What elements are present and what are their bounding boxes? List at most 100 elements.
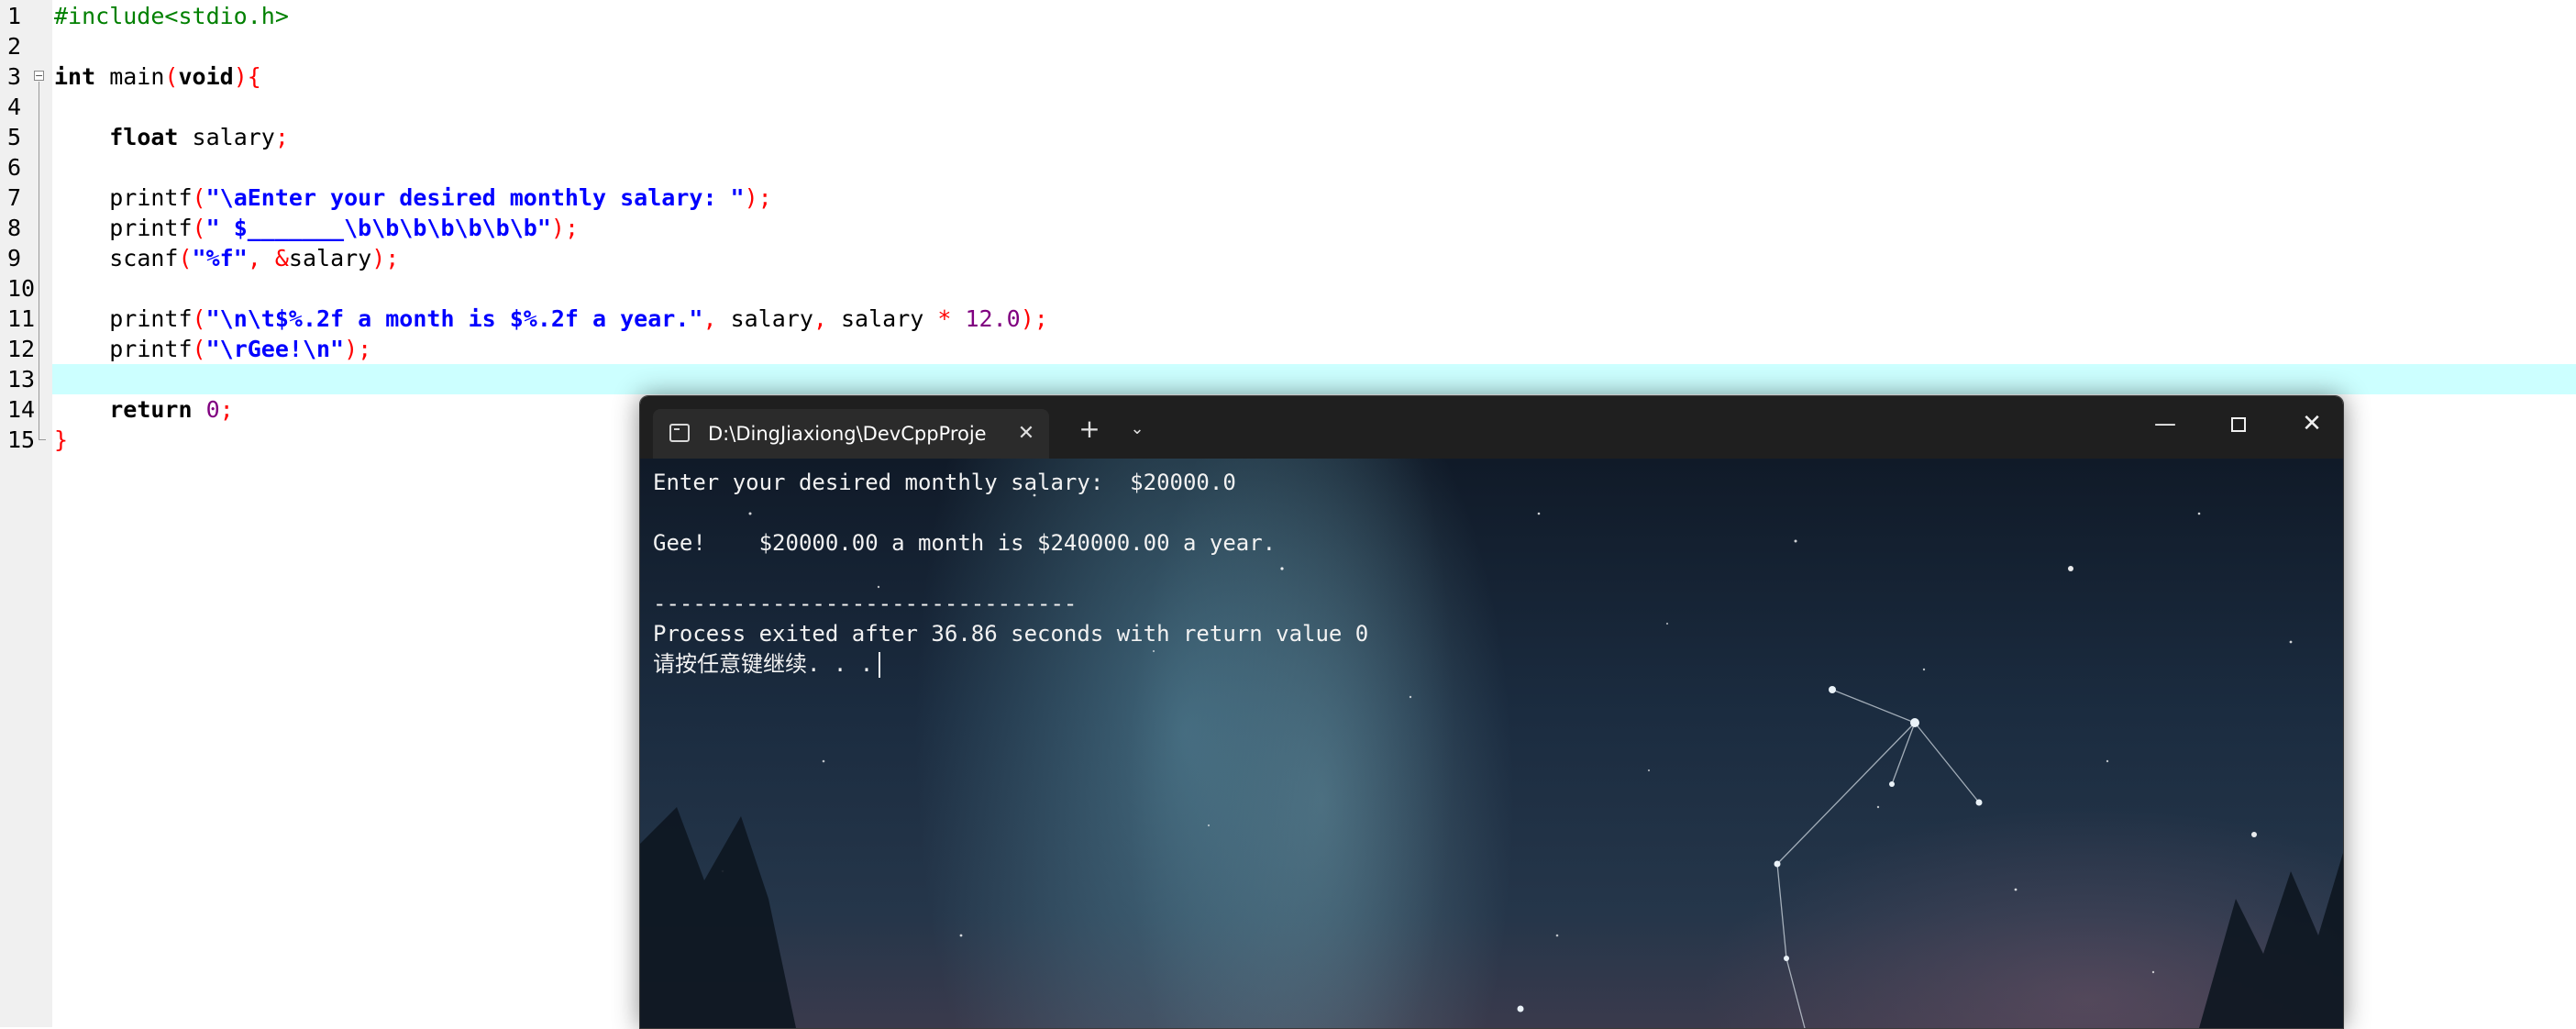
terminal-titlebar[interactable]: D:\DingJiaxiong\DevCppProje ✕ + ⌄ — ✕ (640, 396, 2343, 459)
code-line-12[interactable]: printf("\rGee!\n"); (54, 334, 371, 364)
symbol: ; (219, 396, 234, 423)
minimize-button[interactable]: — (2137, 405, 2194, 442)
symbol: ( (164, 63, 179, 90)
symbol: , (702, 305, 717, 332)
symbol: ( (192, 184, 206, 211)
tab-title: D:\DingJiaxiong\DevCppProje (708, 423, 987, 445)
function-name: printf (109, 215, 193, 241)
code-line-9[interactable]: scanf("%f", &salary); (54, 243, 399, 273)
line-number: 12 (7, 336, 36, 362)
line-number: 10 (7, 275, 36, 302)
line-number: 2 (7, 33, 22, 60)
maximize-icon (2231, 416, 2246, 432)
identifier: salary (178, 124, 275, 150)
code-line-11[interactable]: printf("\n\t$%.2f a month is $%.2f a yea… (54, 304, 1048, 334)
identifier: salary (826, 305, 938, 332)
keyword: float (109, 124, 179, 150)
line-number: 8 (7, 215, 22, 241)
symbol: ); (550, 215, 579, 241)
code-line-3[interactable]: int main(void){ (54, 61, 261, 92)
line-number: 14 (7, 396, 36, 423)
operator: * (937, 305, 952, 332)
console-line: Gee! $20000.00 a month is $240000.00 a y… (653, 530, 1277, 556)
current-line-highlight (52, 364, 2576, 394)
keyword: int (54, 63, 96, 90)
symbol: ); (744, 184, 772, 211)
terminal-tab[interactable]: D:\DingJiaxiong\DevCppProje ✕ (653, 409, 1049, 459)
console-icon (669, 424, 690, 442)
line-number: 9 (7, 245, 22, 271)
console-line: -------------------------------- (653, 591, 1078, 616)
keyword: void (178, 63, 234, 90)
identifier: salary (716, 305, 813, 332)
tab-dropdown-icon[interactable]: ⌄ (1119, 413, 1155, 446)
code-line-14[interactable]: return 0; (54, 394, 234, 425)
identifier: main (95, 63, 165, 90)
symbol: ( (192, 305, 206, 332)
symbol: , & (247, 245, 289, 271)
code-line-5[interactable]: float salary; (54, 122, 289, 152)
function-name: scanf (109, 245, 179, 271)
number-literal: 12.0 (951, 305, 1021, 332)
console-prompt-line: 请按任意键继续. . . (653, 649, 2322, 680)
symbol: ( (192, 215, 206, 241)
string-literal: "\n\t$%.2f a month is $%.2f a year." (205, 305, 703, 332)
symbol: ); (1020, 305, 1048, 332)
console-line: Process exited after 36.86 seconds with … (653, 621, 1369, 647)
keyword: return (109, 396, 193, 423)
function-name: printf (109, 305, 193, 332)
preprocessor-directive: #include<stdio.h> (54, 3, 289, 29)
symbol: ; (274, 124, 289, 150)
line-number-gutter: 1 2 3 4 5 6 7 8 9 10 11 12 13 14 15 − (0, 0, 52, 1027)
code-line-7[interactable]: printf("\aEnter your desired monthly sal… (54, 183, 772, 213)
line-number: 13 (7, 366, 36, 393)
string-literal: "%f" (192, 245, 248, 271)
symbol: ){ (233, 63, 261, 90)
symbol: ( (192, 336, 206, 362)
maximize-button[interactable] (2210, 405, 2267, 442)
symbol: ); (371, 245, 400, 271)
console-prompt-text: 请按任意键继续. . . (653, 651, 874, 677)
line-number: 6 (7, 154, 22, 181)
tab-close-icon[interactable]: ✕ (1012, 420, 1040, 448)
close-button[interactable]: ✕ (2283, 405, 2340, 442)
console-output-area[interactable]: Enter your desired monthly salary: $2000… (640, 459, 2343, 1028)
new-tab-button[interactable]: + (1071, 413, 1108, 446)
code-line-8[interactable]: printf(" $_______\b\b\b\b\b\b\b"); (54, 213, 579, 243)
line-number: 4 (7, 94, 22, 120)
line-number: 15 (7, 426, 36, 453)
symbol: , (813, 305, 827, 332)
number-literal: 0 (192, 396, 220, 423)
symbol: } (54, 426, 69, 453)
line-number: 3 (7, 63, 22, 90)
code-line-15[interactable]: } (54, 425, 68, 455)
code-line-1[interactable]: #include<stdio.h> (54, 1, 289, 31)
line-number: 1 (7, 3, 22, 29)
text-cursor (879, 652, 881, 678)
line-number: 7 (7, 184, 22, 211)
fold-guide-end (39, 439, 46, 440)
function-name: printf (109, 336, 193, 362)
string-literal: "\aEnter your desired monthly salary: " (205, 184, 745, 211)
fold-toggle-icon[interactable]: − (34, 71, 44, 81)
symbol: ); (344, 336, 372, 362)
line-number: 11 (7, 305, 36, 332)
terminal-window[interactable]: D:\DingJiaxiong\DevCppProje ✕ + ⌄ — ✕ En… (639, 395, 2344, 1029)
line-number: 5 (7, 124, 22, 150)
identifier: salary (288, 245, 372, 271)
symbol: ( (178, 245, 193, 271)
console-line: Enter your desired monthly salary: $2000… (653, 470, 1236, 495)
string-literal: " $_______\b\b\b\b\b\b\b" (205, 215, 551, 241)
console-text: Enter your desired monthly salary: $2000… (653, 468, 2322, 680)
function-name: printf (109, 184, 193, 211)
string-literal: "\rGee!\n" (205, 336, 345, 362)
